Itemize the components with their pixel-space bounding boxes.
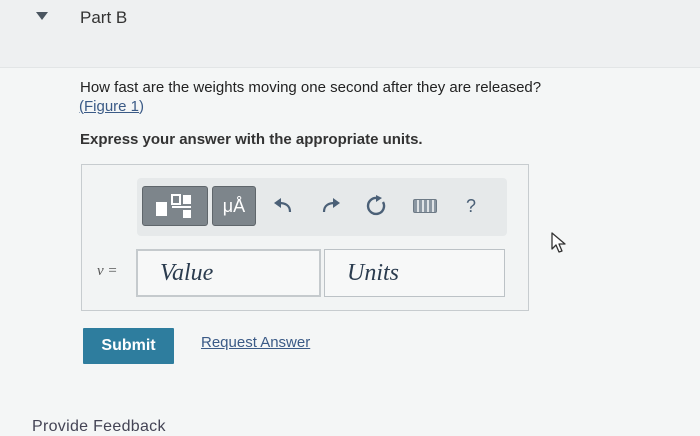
templates-button[interactable] [142, 186, 208, 226]
redo-icon [322, 198, 340, 213]
part-header[interactable]: Part B [0, 0, 700, 68]
request-answer-link[interactable]: Request Answer [201, 334, 310, 351]
templates-icon [156, 194, 191, 218]
units-input[interactable] [324, 249, 505, 297]
part-title: Part B [80, 8, 128, 27]
mouse-pointer-icon [551, 232, 567, 259]
figure-link[interactable]: (Figure 1) [79, 98, 144, 115]
undo-button[interactable] [268, 186, 298, 226]
keyboard-icon [413, 199, 437, 213]
question-text: How fast are the weights moving one seco… [80, 79, 542, 96]
answer-instruction: Express your answer with the appropriate… [80, 131, 423, 148]
keyboard-button[interactable] [408, 186, 442, 226]
undo-icon [274, 198, 292, 213]
redo-button[interactable] [316, 186, 346, 226]
variable-label: v = [97, 263, 118, 279]
help-button[interactable]: ? [456, 186, 486, 226]
figure-close-paren: ) [139, 98, 145, 115]
reset-icon [366, 195, 386, 216]
provide-feedback-link[interactable]: Provide Feedback [32, 418, 166, 436]
reset-button[interactable] [362, 186, 392, 226]
figure-link-text[interactable]: Figure 1 [84, 98, 139, 115]
value-input[interactable] [136, 249, 321, 297]
units-button[interactable]: μÅ [212, 186, 256, 226]
collapse-triangle-icon[interactable] [36, 12, 48, 20]
submit-button[interactable]: Submit [83, 328, 174, 364]
